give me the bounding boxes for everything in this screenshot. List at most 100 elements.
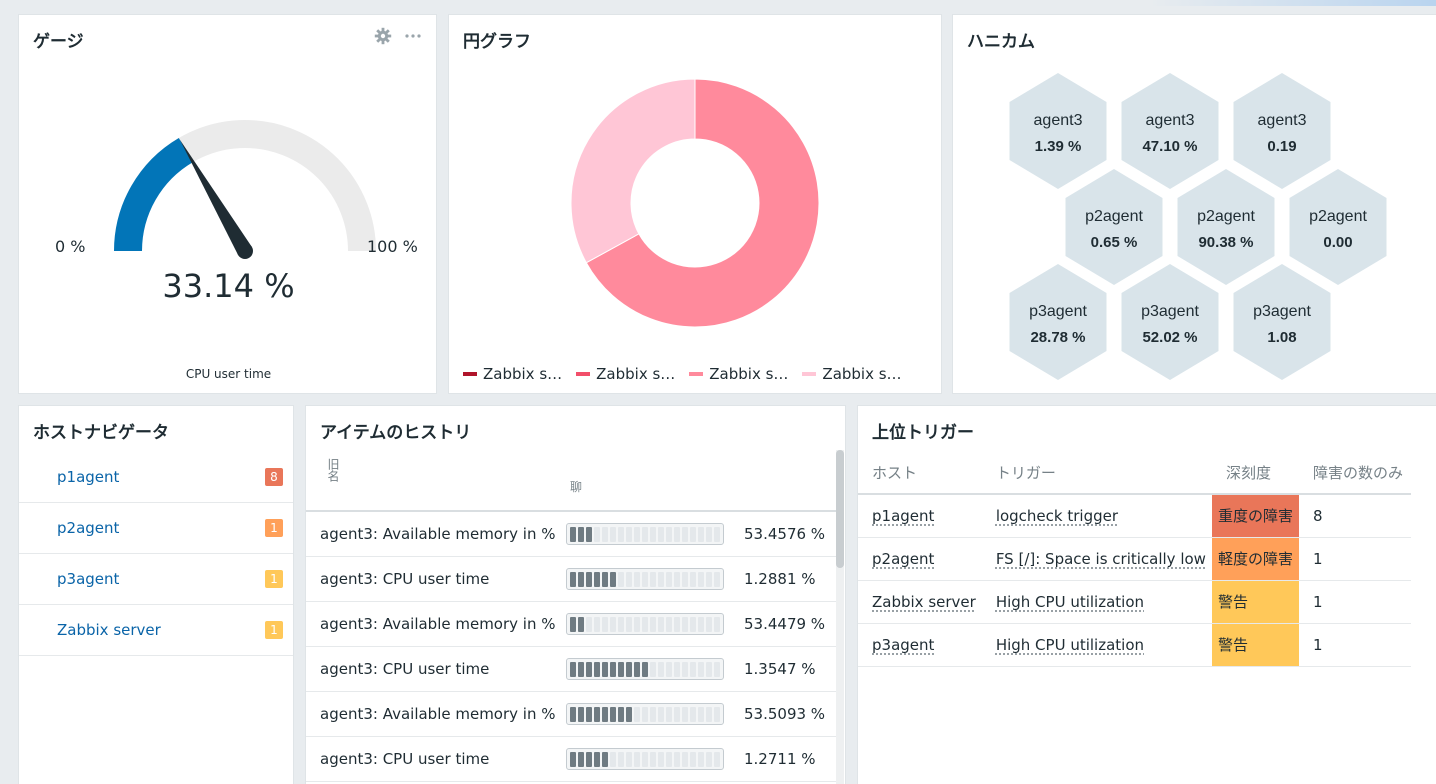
honeycomb-value: 47.10 % xyxy=(1142,138,1197,155)
trigger-name[interactable]: High CPU utilization xyxy=(981,623,1212,667)
problem-count: 8 xyxy=(1298,494,1411,538)
bar-segment xyxy=(674,706,680,722)
gauge-needle xyxy=(179,139,252,256)
trigger-name[interactable]: logcheck trigger xyxy=(981,494,1212,538)
bar-segment xyxy=(642,661,648,677)
scrollbar[interactable] xyxy=(836,450,844,784)
gauge-widget: ゲージ 0 % 100 % 33.14 % CPU user time xyxy=(18,14,437,394)
honeycomb-value: 1.08 xyxy=(1267,329,1296,346)
bar-segment xyxy=(690,751,696,767)
bar-segment xyxy=(674,616,680,632)
history-row: agent3: CPU user time 1.3547 % xyxy=(306,647,836,692)
honeycomb-value: 0.19 xyxy=(1267,138,1296,155)
bar-segment xyxy=(706,661,712,677)
bar-segment xyxy=(626,661,632,677)
honeycomb-host: p2agent xyxy=(1309,208,1367,225)
host-navigator-widget: ホストナビゲータ p1agent 8 p2agent 1 p3agent 1 Zabb… xyxy=(18,405,294,784)
bar-segment xyxy=(674,751,680,767)
honeycomb-cell[interactable]: p2agent 0.65 % xyxy=(1065,169,1163,285)
item-name: agent3: CPU user time xyxy=(320,750,490,768)
honeycomb-cell[interactable]: p2agent 0.00 xyxy=(1289,169,1387,285)
severity-badge: 警告 xyxy=(1211,623,1299,667)
bar-segment xyxy=(618,616,624,632)
trigger-name[interactable]: FS [/]: Space is critically low xyxy=(981,537,1212,581)
bar-segment xyxy=(594,616,600,632)
legend-swatch xyxy=(689,372,704,376)
item-value: 53.4479 % xyxy=(744,615,826,633)
gauge-max-label: 100 % xyxy=(367,237,418,256)
problem-count-badge: 1 xyxy=(265,519,283,537)
trigger-host[interactable]: p3agent xyxy=(858,623,982,667)
bar-segment xyxy=(714,616,720,632)
bar-segment xyxy=(634,706,640,722)
bar-segment xyxy=(578,526,584,542)
column-header-host: ホスト xyxy=(858,452,982,495)
honeycomb-hexagon xyxy=(1121,264,1219,380)
bar-segment xyxy=(634,751,640,767)
honeycomb-cell[interactable]: agent3 0.19 xyxy=(1233,73,1331,189)
bar-segment xyxy=(682,751,688,767)
bar-segment xyxy=(618,661,624,677)
host-nav-item[interactable]: p3agent 1 xyxy=(19,554,293,605)
widget-title: ホストナビゲータ xyxy=(33,423,169,443)
bar-segment xyxy=(626,751,632,767)
widget-title: 上位トリガー xyxy=(872,423,974,443)
bar-segment xyxy=(658,571,664,587)
host-nav-item[interactable]: p1agent 8 xyxy=(19,452,293,503)
bar-segment xyxy=(570,616,576,632)
host-nav-item[interactable]: p2agent 1 xyxy=(19,503,293,554)
bar-segment xyxy=(594,706,600,722)
bar-segment xyxy=(666,571,672,587)
bar-segment xyxy=(642,706,648,722)
host-nav-item[interactable]: Zabbix server 1 xyxy=(19,605,293,656)
honeycomb-cell[interactable]: agent3 1.39 % xyxy=(1009,73,1107,189)
bar-segment xyxy=(602,751,608,767)
bar-segment xyxy=(634,526,640,542)
trigger-name[interactable]: High CPU utilization xyxy=(981,580,1212,624)
legend-item: Zabbix s… xyxy=(802,365,902,383)
bar-segment xyxy=(650,706,656,722)
bar-segment xyxy=(658,751,664,767)
bar-segment xyxy=(714,706,720,722)
top-triggers-widget: 上位トリガー ホスト トリガー 深刻度 障害の数のみ p1agent logche… xyxy=(857,405,1436,784)
legend-swatch xyxy=(463,372,477,376)
bar-segment xyxy=(634,661,640,677)
bar-segment xyxy=(586,526,592,542)
bar-segment xyxy=(690,616,696,632)
trigger-host[interactable]: Zabbix server xyxy=(858,580,982,624)
honeycomb-hexagon xyxy=(1065,169,1163,285)
bar-segment xyxy=(674,571,680,587)
gauge-fill xyxy=(114,137,194,252)
bar-segment xyxy=(690,526,696,542)
item-name: agent3: Available memory in % xyxy=(320,525,556,543)
gauge-dial xyxy=(114,120,376,259)
honeycomb-cell[interactable]: p3agent 28.78 % xyxy=(1009,264,1107,380)
trigger-host[interactable]: p1agent xyxy=(858,494,982,538)
pie-slice[interactable] xyxy=(570,78,696,264)
bar-segment xyxy=(610,751,616,767)
scrollbar-thumb[interactable] xyxy=(836,450,844,568)
column-header-icon: 旧名 xyxy=(326,458,340,482)
item-name: agent3: CPU user time xyxy=(320,570,490,588)
honeycomb-cell[interactable]: agent3 47.10 % xyxy=(1121,73,1219,189)
honeycomb-cell[interactable]: p3agent 52.02 % xyxy=(1121,264,1219,380)
history-row: agent3: Available memory in % 53.4479 % xyxy=(306,602,836,647)
bar-segment xyxy=(666,706,672,722)
column-header-trigger: トリガー xyxy=(981,452,1212,495)
host-list: p1agent 8 p2agent 1 p3agent 1 Zabbix server… xyxy=(19,452,293,656)
honeycomb-cell[interactable]: p2agent 90.38 % xyxy=(1177,169,1275,285)
trigger-host[interactable]: p2agent xyxy=(858,537,982,581)
honeycomb-host: p3agent xyxy=(1253,303,1311,320)
bar-segment xyxy=(706,526,712,542)
widget-title: アイテムのヒストリ xyxy=(320,423,472,443)
bar-segment xyxy=(698,751,704,767)
bar-segment xyxy=(634,616,640,632)
honeycomb-cell[interactable]: p3agent 1.08 xyxy=(1233,264,1331,380)
honeycomb-value: 1.39 % xyxy=(1035,138,1082,155)
table-row: p1agent logcheck trigger 重度の障害 8 xyxy=(858,494,1411,538)
honeycomb-host: agent3 xyxy=(1146,112,1195,129)
table-header-row: ホスト トリガー 深刻度 障害の数のみ xyxy=(858,452,1411,495)
value-bar xyxy=(566,568,724,590)
bar-segment xyxy=(682,571,688,587)
bar-segment xyxy=(570,526,576,542)
